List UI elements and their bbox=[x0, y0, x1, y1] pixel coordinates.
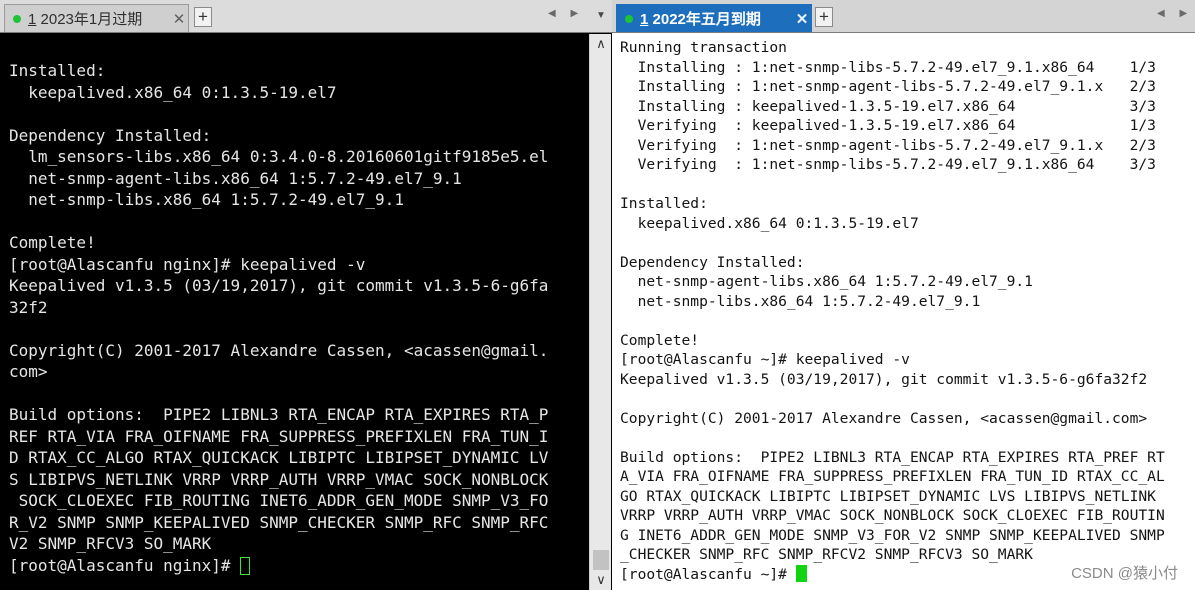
terminal-line: Installing : 1:net-snmp-agent-libs-5.7.2… bbox=[620, 78, 1156, 95]
terminal-line: Verifying : 1:net-snmp-agent-libs-5.7.2-… bbox=[620, 136, 1156, 154]
left-tab-label: 1 2023年1月过期 bbox=[28, 11, 143, 28]
terminal-line: lm_sensors-libs.x86_64 0:3.4.0-8.2016060… bbox=[9, 147, 549, 166]
left-tab-bar: 1 2023年1月过期 ✕ + ◀ ▶ ▼ bbox=[0, 0, 612, 33]
terminal-line: Complete! bbox=[9, 233, 96, 252]
new-tab-button[interactable]: + bbox=[815, 7, 833, 27]
terminal-line: [root@Alascanfu ~]# keepalived -v bbox=[620, 351, 910, 368]
terminal-line: Complete! bbox=[620, 331, 700, 349]
terminal-line: A_VIA FRA_OIFNAME FRA_SUPPRESS_PREFIXLEN… bbox=[620, 468, 1165, 485]
terminal-cursor bbox=[240, 556, 251, 575]
terminal-cursor bbox=[795, 564, 807, 582]
terminal-line: Verifying : keepalived-1.3.5-19.el7.x86_… bbox=[620, 117, 1156, 134]
scroll-down-icon[interactable]: ∨ bbox=[590, 572, 612, 588]
watermark: CSDN @猿小付 bbox=[1071, 565, 1178, 582]
terminal-line: keepalived.x86_64 0:1.3.5-19.el7 bbox=[9, 82, 337, 102]
terminal-line: Verifying : 1:net-snmp-libs-5.7.2-49.el7… bbox=[620, 156, 1156, 173]
terminal-line: D RTAX_CC_ALGO RTAX_QUICKACK LIBIPTC LIB… bbox=[9, 448, 549, 467]
terminal-line: net-snmp-libs.x86_64 1:5.7.2-49.el7_9.1 bbox=[620, 292, 981, 310]
terminal-line: net-snmp-agent-libs.x86_64 1:5.7.2-49.el… bbox=[620, 273, 1033, 290]
terminal-line: keepalived.x86_64 0:1.3.5-19.el7 bbox=[620, 214, 919, 232]
terminal-line: R_V2 SNMP SNMP_KEEPALIVED SNMP_CHECKER S… bbox=[9, 512, 549, 532]
terminal-line: [root@Alascanfu nginx]# keepalived -v bbox=[9, 254, 366, 274]
terminal-line: Dependency Installed: bbox=[620, 253, 805, 271]
shell-prompt: [root@Alascanfu ~]# bbox=[620, 565, 796, 583]
terminal-line: Copyright(C) 2001-2017 Alexandre Cassen,… bbox=[9, 340, 549, 360]
tab-nav-arrows-icon[interactable]: ◀ ▶ bbox=[548, 8, 584, 19]
terminal-line: Build options: PIPE2 LIBNL3 RTA_ENCAP RT… bbox=[620, 448, 1165, 466]
terminal-line: Installed: bbox=[9, 61, 106, 80]
left-terminal-output[interactable]: Installed: keepalived.x86_64 0:1.3.5-19.… bbox=[9, 60, 548, 576]
terminal-line: Running transaction bbox=[620, 39, 787, 56]
close-icon[interactable]: ✕ bbox=[170, 10, 188, 28]
left-scrollbar[interactable]: ∧ ∨ bbox=[589, 34, 611, 590]
terminal-line: Installing : keepalived-1.3.5-19.el7.x86… bbox=[620, 97, 1156, 115]
terminal-line: Copyright(C) 2001-2017 Alexandre Cassen,… bbox=[620, 409, 1148, 427]
terminal-line: Keepalived v1.3.5 (03/19,2017), git comm… bbox=[620, 370, 1148, 388]
right-tab-bar: 1 2022年五月到期 ✕ + ◀ ▶ bbox=[612, 0, 1195, 33]
right-tab-label: 1 2022年五月到期 bbox=[640, 11, 761, 28]
connected-status-icon bbox=[13, 14, 21, 23]
right-terminal-pane: 1 2022年五月到期 ✕ + ◀ ▶ Running transaction … bbox=[612, 0, 1195, 590]
terminal-line: S LIBIPVS_NETLINK VRRP VRRP_AUTH VRRP_VM… bbox=[9, 469, 549, 489]
terminal-line: GO RTAX_QUICKACK LIBIPTC LIBIPSET_DYNAMI… bbox=[620, 487, 1156, 505]
terminal-line: Installing : 1:net-snmp-libs-5.7.2-49.el… bbox=[620, 58, 1156, 76]
terminal-line: Dependency Installed: bbox=[9, 125, 212, 145]
terminal-line: Build options: PIPE2 LIBNL3 RTA_ENCAP RT… bbox=[9, 405, 549, 424]
terminal-line: 32f2 bbox=[9, 297, 48, 317]
terminal-line: net-snmp-libs.x86_64 1:5.7.2-49.el7_9.1 bbox=[9, 190, 404, 209]
terminal-line: SOCK_CLOEXEC FIB_ROUTING INET6_ADDR_GEN_… bbox=[9, 491, 549, 510]
tab-menu-chevron-down-icon[interactable]: ▼ bbox=[596, 10, 606, 21]
left-session-tab[interactable]: 1 2023年1月过期 ✕ bbox=[4, 4, 189, 32]
left-terminal-pane: 1 2023年1月过期 ✕ + ◀ ▶ ▼ Installed: keepali… bbox=[0, 0, 612, 590]
new-tab-button[interactable]: + bbox=[194, 7, 212, 27]
right-terminal-output[interactable]: Running transaction Installing : 1:net-s… bbox=[620, 38, 1165, 584]
scrollbar-thumb[interactable] bbox=[593, 550, 609, 570]
terminal-line: Installed: bbox=[620, 195, 708, 212]
terminal-line: net-snmp-agent-libs.x86_64 1:5.7.2-49.el… bbox=[9, 168, 462, 188]
close-icon[interactable]: ✕ bbox=[793, 10, 811, 28]
right-session-tab[interactable]: 1 2022年五月到期 ✕ bbox=[616, 4, 812, 32]
tab-nav-arrows-icon[interactable]: ◀ ▶ bbox=[1157, 8, 1193, 19]
terminal-line: VRRP VRRP_AUTH VRRP_VMAC SOCK_NONBLOCK S… bbox=[620, 507, 1165, 524]
terminal-line: Keepalived v1.3.5 (03/19,2017), git comm… bbox=[9, 276, 549, 295]
terminal-line: V2 SNMP_RFCV3 SO_MARK bbox=[9, 534, 212, 553]
terminal-line: REF RTA_VIA FRA_OIFNAME FRA_SUPPRESS_PRE… bbox=[9, 426, 549, 446]
terminal-line: com> bbox=[9, 362, 48, 381]
terminal-line: G INET6_ADDR_GEN_MODE SNMP_V3_FOR_V2 SNM… bbox=[620, 526, 1165, 544]
scroll-up-icon[interactable]: ∧ bbox=[590, 36, 612, 52]
connected-status-icon bbox=[625, 14, 633, 23]
shell-prompt: [root@Alascanfu nginx]# bbox=[9, 555, 241, 575]
terminal-prompt-line: [root@Alascanfu nginx]# bbox=[9, 555, 548, 577]
